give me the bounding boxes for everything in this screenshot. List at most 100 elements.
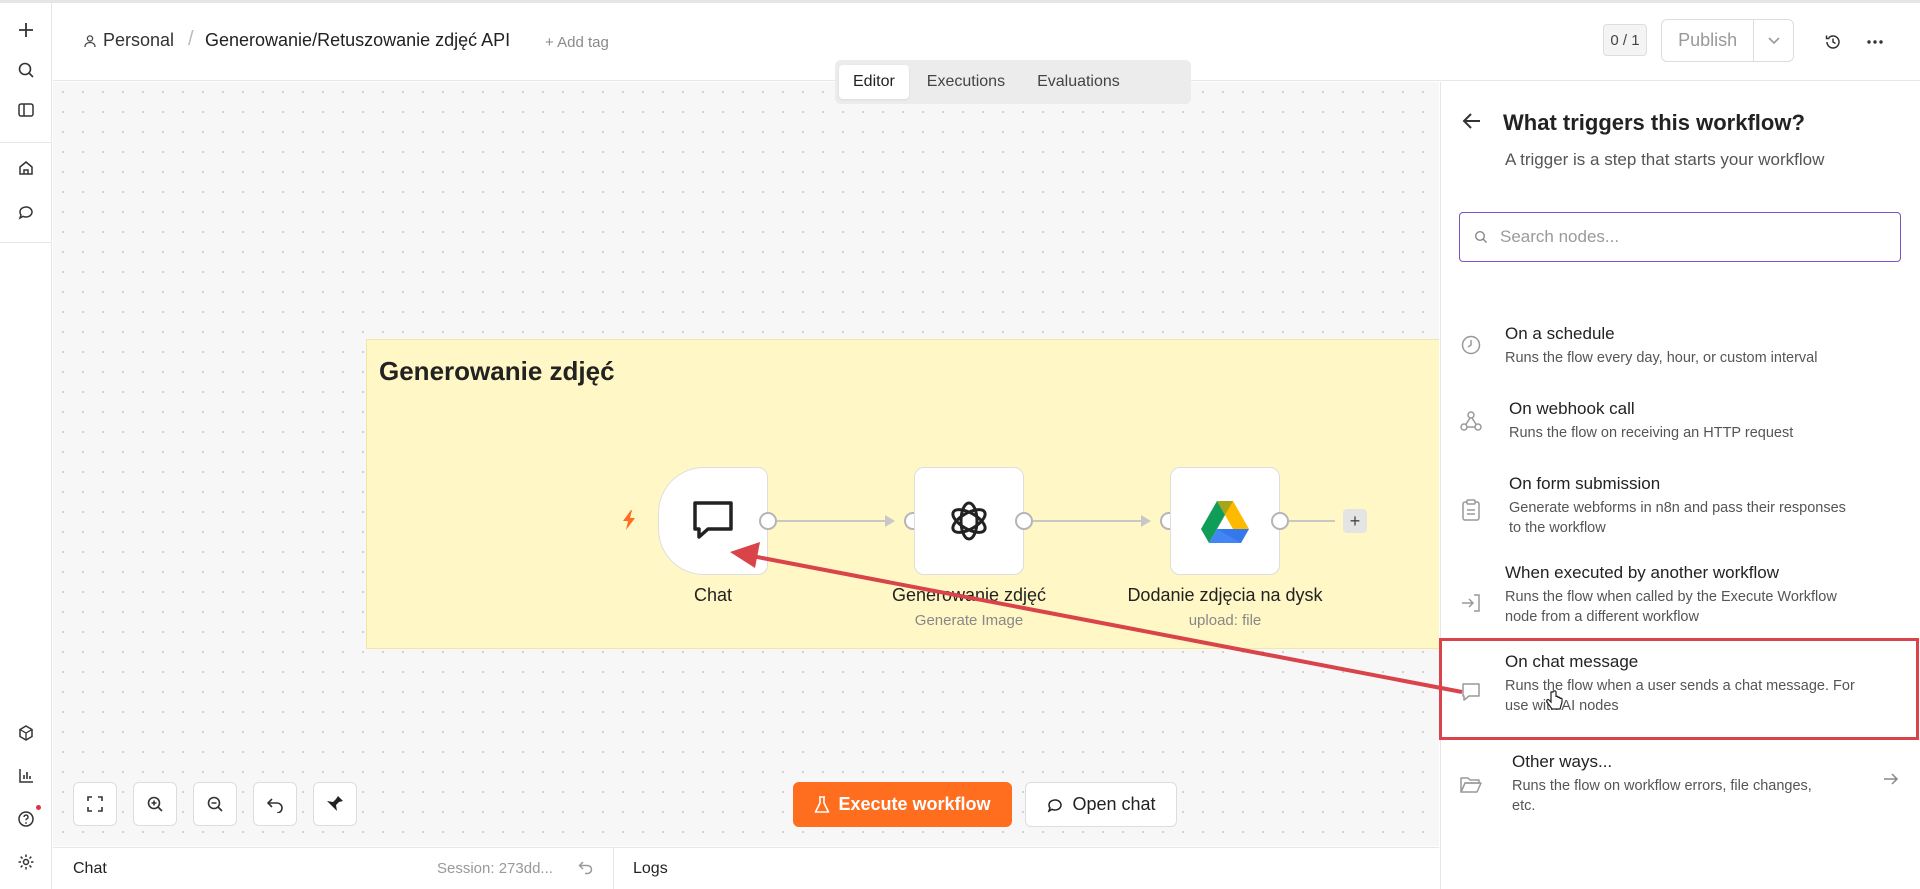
flask-icon [815, 795, 830, 813]
logs-divider [613, 848, 614, 889]
openai-output-handle[interactable] [1015, 512, 1033, 530]
openai-generate-image-node[interactable] [914, 467, 1024, 575]
webhook-icon [1457, 407, 1485, 435]
chat-icon [1048, 798, 1063, 813]
trigger-bolt-icon [623, 510, 635, 530]
notification-dot [36, 805, 41, 810]
drive-node-label: Dodanie zdjęcia na dysk [1127, 585, 1323, 605]
templates-icon[interactable] [12, 719, 40, 747]
trigger-item-title: On form submission [1509, 474, 1661, 493]
arrow-right-icon [1883, 772, 1899, 791]
connection-arrow [885, 515, 895, 527]
trigger-item-schedule[interactable]: On a schedule Runs the flow every day, h… [1441, 314, 1920, 384]
chat-panel-tab[interactable]: Chat [73, 860, 107, 878]
drive-output-handle[interactable] [1271, 512, 1289, 530]
sign-in-icon [1457, 589, 1485, 617]
panel-title: What triggers this workflow? [1503, 110, 1805, 135]
logs-bar: Chat Session: 273dd... Logs [53, 847, 1439, 889]
add-tag-button[interactable]: + Add tag [545, 34, 609, 51]
openai-icon [951, 501, 987, 541]
workflow-canvas[interactable]: Generowanie zdjęć Chat Generowanie zdjęć… [53, 82, 1439, 846]
logs-panel-tab[interactable]: Logs [633, 860, 668, 878]
trigger-item-title: When executed by another workflow [1505, 563, 1780, 582]
trigger-item-description: Runs the flow on receiving an HTTP reque… [1509, 425, 1794, 441]
rail-divider [0, 142, 52, 143]
more-options-icon[interactable] [1863, 30, 1887, 54]
search-icon[interactable] [12, 56, 40, 84]
trigger-selector-panel: What triggers this workflow? A trigger i… [1439, 82, 1920, 889]
trigger-item-description-line2: etc. [1512, 798, 1536, 814]
trigger-item-description-line1: Generate webforms in n8n and pass their … [1509, 500, 1846, 516]
tidy-up-button[interactable] [313, 782, 357, 826]
broom-icon [327, 796, 343, 811]
drive-node-sublabel: upload: file [1188, 612, 1262, 629]
hand-cursor-icon [1546, 690, 1563, 710]
publish-button-group: Publish [1661, 19, 1794, 62]
search-field [1459, 212, 1901, 262]
panel-subtitle: A trigger is a step that starts your wor… [1505, 150, 1825, 169]
chat-output-handle[interactable] [759, 512, 777, 530]
reset-session-icon[interactable] [578, 859, 594, 880]
trigger-item-form[interactable]: On form submission Generate webforms in … [1441, 464, 1920, 554]
back-arrow-icon[interactable] [1461, 110, 1483, 137]
history-icon[interactable] [1821, 30, 1845, 54]
publish-dropdown[interactable] [1753, 20, 1793, 61]
trigger-item-description-line2: node from a different workflow [1505, 609, 1699, 625]
toggle-sidebar-icon[interactable] [12, 96, 40, 124]
trigger-item-description-line1: Runs the flow on workflow errors, file c… [1512, 778, 1812, 794]
trigger-item-webhook[interactable]: On webhook call Runs the flow on receivi… [1441, 389, 1920, 459]
chevron-down-icon [1768, 36, 1780, 44]
add-icon[interactable] [12, 16, 40, 44]
zoom-in-button[interactable] [133, 782, 177, 826]
publish-button[interactable]: Publish [1662, 30, 1753, 51]
version-counter: 0 / 1 [1603, 24, 1647, 56]
tab-editor[interactable]: Editor [839, 65, 909, 99]
openai-node-label: Generowanie zdjęć [891, 585, 1047, 605]
trigger-item-sub-workflow[interactable]: When executed by another workflow Runs t… [1441, 559, 1920, 649]
execute-workflow-button[interactable]: Execute workflow [793, 782, 1012, 827]
google-drive-node[interactable] [1170, 467, 1280, 575]
rail-divider [0, 242, 52, 243]
clipboard-icon [1457, 496, 1485, 524]
settings-icon[interactable] [12, 848, 40, 876]
trigger-item-description-line1: Runs the flow when called by the Execute… [1505, 589, 1837, 605]
chat-node-label: Chat [693, 585, 733, 605]
open-chat-label: Open chat [1072, 794, 1156, 814]
trigger-item-title: Other ways... [1512, 752, 1613, 771]
connection-line [777, 520, 887, 522]
workflow-name[interactable]: Generowanie/Retuszowanie zdjęć API [205, 30, 510, 51]
execute-workflow-label: Execute workflow [838, 794, 991, 814]
scrolled-item-remnant [1441, 280, 1920, 292]
trigger-item-other-ways[interactable]: Other ways... Runs the flow on workflow … [1441, 750, 1920, 840]
connection-line [1033, 520, 1143, 522]
search-nodes-input[interactable] [1500, 227, 1880, 247]
user-icon [84, 34, 96, 47]
insights-icon[interactable] [12, 762, 40, 790]
home-icon[interactable] [12, 154, 40, 182]
openai-node-sublabel: Generate Image [914, 612, 1024, 629]
clock-icon [1457, 331, 1485, 359]
sticky-note-title: Generowanie zdjęć [379, 356, 615, 386]
tab-evaluations[interactable]: Evaluations [1023, 65, 1134, 99]
view-tabs: Editor Executions Evaluations [835, 60, 1191, 104]
search-icon [1474, 230, 1487, 243]
breadcrumb-personal[interactable]: Personal [83, 30, 174, 51]
trigger-item-title: On a schedule [1505, 324, 1615, 343]
undo-button[interactable] [253, 782, 297, 826]
add-node-button[interactable]: + [1343, 509, 1367, 533]
chat-trigger-node[interactable] [658, 467, 768, 575]
fullscreen-icon [87, 796, 103, 812]
zoom-out-button[interactable] [193, 782, 237, 826]
annotation-highlight-box [1439, 638, 1919, 740]
breadcrumb-personal-label: Personal [103, 30, 175, 50]
chat-nav-icon[interactable] [12, 198, 40, 226]
zoom-in-icon [147, 796, 163, 812]
fit-view-button[interactable] [73, 782, 117, 826]
open-chat-button[interactable]: Open chat [1025, 782, 1177, 827]
session-id: Session: 273dd... [437, 860, 553, 877]
trigger-item-description-line2: to the workflow [1509, 520, 1606, 536]
tab-executions[interactable]: Executions [913, 65, 1019, 99]
connection-line [1289, 520, 1335, 522]
connection-arrow [1141, 515, 1151, 527]
trigger-item-description: Runs the flow every day, hour, or custom… [1505, 350, 1818, 366]
